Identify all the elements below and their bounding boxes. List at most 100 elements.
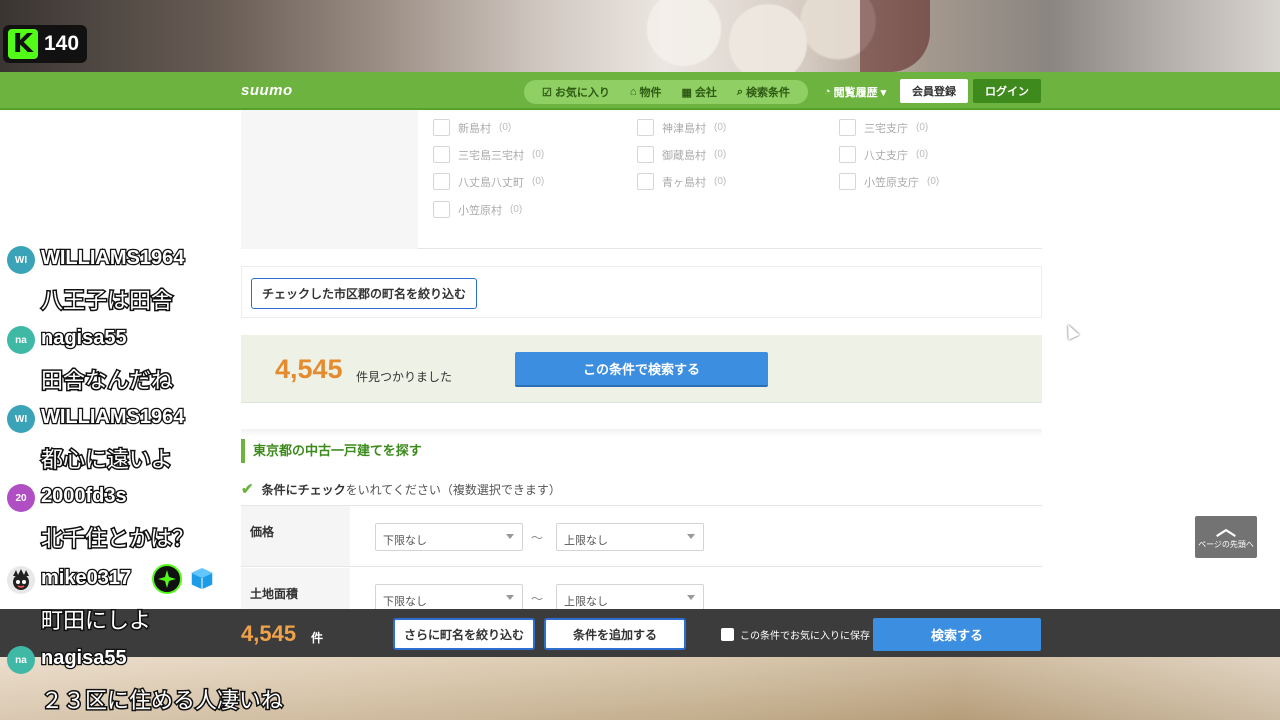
range-tilde: 〜 — [531, 592, 544, 606]
land-area-max-select[interactable]: 上限なし — [556, 584, 704, 612]
checklist-label-column — [241, 110, 418, 249]
checkbox-item[interactable]: 青ヶ島村 (0) — [637, 173, 726, 190]
checkbox-label: 八丈島八丈町 — [458, 176, 524, 189]
checkbox-item[interactable]: 八丈支庁 (0) — [839, 146, 928, 163]
nav-label: 物件 — [639, 87, 662, 99]
section-divider — [241, 429, 1042, 437]
kick-logo-icon: K — [8, 29, 38, 59]
checkbox[interactable] — [721, 628, 734, 641]
avatar: na — [7, 326, 35, 354]
chat-text: 八王子は田舎 — [39, 288, 174, 316]
checkbox-label: 新島村 — [458, 122, 491, 135]
avatar: 20 — [7, 484, 35, 512]
price-max-select[interactable]: 上限なし — [556, 523, 704, 551]
avatar: na — [7, 646, 35, 674]
page-top-button[interactable]: ︿ ページの先頭へ — [1195, 516, 1257, 558]
checkmark-icon: ✔ — [241, 481, 254, 498]
checkbox-count: (0) — [510, 204, 523, 215]
checkbox-label: 八丈支庁 — [864, 149, 908, 162]
checkbox-item[interactable]: 新島村 (0) — [433, 119, 511, 136]
viewer-count-badge: K 140 — [3, 25, 87, 63]
checkbox[interactable] — [637, 146, 654, 163]
add-condition-button[interactable]: 条件を追加する — [544, 618, 686, 650]
chevron-down-icon — [506, 534, 514, 539]
municipality-checklist: 新島村 (0) 神津島村 (0) 三宅支庁 (0) 三宅島三宅村 (0) 御蔵島村 (0)… — [241, 110, 1042, 249]
chevron-up-icon: ︿ — [1216, 516, 1236, 540]
bottom-search-button[interactable]: 検索する — [873, 618, 1041, 651]
price-row: 価格 下限なし 〜 上限なし — [241, 506, 1042, 567]
checkbox-label: 三宅島三宅村 — [458, 149, 524, 162]
bottom-result-unit: 件 — [311, 631, 324, 645]
select-value: 下限なし — [383, 535, 427, 547]
checkbox-label: 御蔵島村 — [662, 149, 706, 162]
section-title: 東京都の中古一戸建てを探す — [241, 439, 422, 463]
result-panel: 4,545 件見つかりました この条件で検索する — [241, 335, 1042, 403]
chat-username: WILLIAMS1964 — [40, 246, 186, 271]
result-suffix: 件見つかりました — [356, 370, 453, 384]
nav-label: お気に入り — [554, 87, 610, 99]
checkbox[interactable] — [839, 173, 856, 190]
chat-text: 町田にしよ — [39, 608, 152, 636]
chat-username: nagisa55 — [40, 326, 128, 351]
nav-saved-searches[interactable]: ⌕ 検索条件 — [737, 84, 790, 100]
checkbox-label: 青ヶ島村 — [662, 176, 706, 189]
page-top-label: ページの先頭へ — [1198, 540, 1254, 549]
chat-username: mike0317 — [40, 566, 133, 591]
nav-favorites[interactable]: ☑ お気に入り — [542, 84, 610, 100]
cube-badge-icon — [187, 564, 217, 594]
checkbox-count: (0) — [916, 149, 929, 160]
checkbox-item[interactable]: 御蔵島村 (0) — [637, 146, 726, 163]
stream-shadow — [860, 0, 930, 72]
bottom-result-count: 4,545 — [241, 621, 297, 646]
checkbox-item[interactable]: 八丈島八丈町 (0) — [433, 173, 544, 190]
checkbox[interactable] — [433, 119, 450, 136]
chat-username: nagisa55 — [40, 646, 128, 671]
nav-companies[interactable]: ▦ 会社 — [681, 84, 716, 100]
history-dropdown[interactable]: ◔ 閲覧履歴 ▾ — [824, 84, 886, 100]
avatar: WI — [7, 246, 35, 274]
checkbox[interactable] — [637, 119, 654, 136]
checkbox-count: (0) — [714, 176, 727, 187]
sticky-bottom-bar: 4,545 件 さらに町名を絞り込む 条件を追加する この条件でお気に入りに保存… — [0, 609, 1280, 657]
checkbox[interactable] — [433, 201, 450, 218]
chat-username: 2000fd3s — [40, 484, 128, 509]
checkbox-count: (0) — [916, 122, 929, 133]
checkbox[interactable] — [839, 146, 856, 163]
price-label: 価格 — [241, 506, 350, 566]
nav-properties[interactable]: ⌂ 物件 — [630, 84, 662, 100]
checkbox-item[interactable]: 神津島村 (0) — [637, 119, 726, 136]
land-area-min-select[interactable]: 下限なし — [375, 584, 523, 612]
save-favorite-checkbox[interactable]: この条件でお気に入りに保存 — [721, 627, 870, 642]
price-min-select[interactable]: 下限なし — [375, 523, 523, 551]
stream-video-top — [0, 0, 1280, 72]
checkbox-count: (0) — [714, 122, 727, 133]
narrow-more-town-button[interactable]: さらに町名を絞り込む — [393, 618, 535, 650]
checkbox-label: 神津島村 — [662, 122, 706, 135]
sparkle-badge-icon — [152, 564, 182, 594]
narrow-town-button[interactable]: チェックした市区郡の町名を絞り込む — [251, 278, 477, 309]
checkbox-item[interactable]: 小笠原支庁 (0) — [839, 173, 939, 190]
save-label: この条件でお気に入りに保存 — [740, 631, 870, 642]
checkbox[interactable] — [433, 173, 450, 190]
checkbox-item[interactable]: 三宅支庁 (0) — [839, 119, 928, 136]
instruction: ✔ 条件にチェックをいれてください（複数選択できます） — [241, 480, 561, 498]
stream-fur-texture — [600, 0, 880, 72]
clock-icon: ◔ — [824, 86, 831, 98]
checkbox-item[interactable]: 小笠原村 (0) — [433, 201, 522, 218]
checkbox[interactable] — [637, 173, 654, 190]
checkbox-count: (0) — [927, 176, 940, 187]
checkbox[interactable] — [839, 119, 856, 136]
checkbox[interactable] — [433, 146, 450, 163]
search-form-table: 価格 下限なし 〜 上限なし 土地面積 下限なし 〜 上限なし — [241, 505, 1042, 629]
select-value: 上限なし — [564, 596, 608, 608]
register-button[interactable]: 会員登録 — [900, 79, 968, 103]
instruction-rest: をいれてください（複数選択できます） — [345, 482, 561, 497]
checkbox-label: 三宅支庁 — [864, 122, 908, 135]
login-button[interactable]: ログイン — [973, 79, 1041, 103]
caret-down-icon: ▾ — [880, 86, 887, 99]
search-with-conditions-button[interactable]: この条件で検索する — [515, 352, 768, 387]
checkbox-count: (0) — [532, 149, 545, 160]
suumo-logo[interactable]: suumo — [241, 82, 293, 99]
chat-text: ２３区に住める人凄いね — [39, 688, 284, 716]
checkbox-item[interactable]: 三宅島三宅村 (0) — [433, 146, 544, 163]
